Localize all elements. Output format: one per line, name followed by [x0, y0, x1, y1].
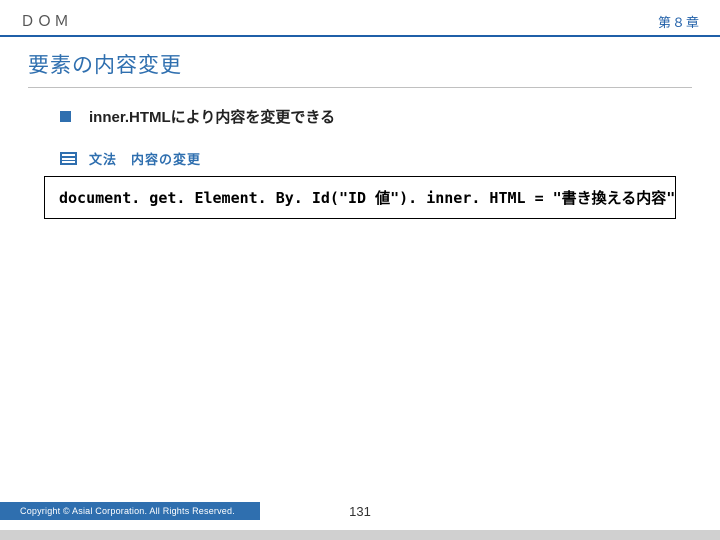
page-number: 131 [349, 504, 371, 519]
section-title-wrap: 要素の内容変更 [0, 37, 720, 96]
bullet-row: inner.HTMLにより内容を変更できる [0, 96, 720, 127]
section-title: 要素の内容変更 [28, 49, 692, 88]
syntax-box-icon [60, 152, 77, 165]
copyright-text: Copyright © Asial Corporation. All Right… [0, 502, 260, 520]
slide: ＤＯＭ 第８章 要素の内容変更 inner.HTMLにより内容を変更できる 文法… [0, 0, 720, 530]
header-topic: ＤＯＭ [20, 10, 71, 31]
header-chapter: 第８章 [658, 12, 700, 31]
code-box-wrap: document. get. Element. By. Id("ID 値"). … [0, 168, 720, 219]
code-example: document. get. Element. By. Id("ID 値"). … [44, 176, 676, 219]
square-bullet-icon [60, 111, 71, 122]
slide-footer: Copyright © Asial Corporation. All Right… [0, 502, 720, 520]
bullet-text: inner.HTMLにより内容を変更できる [89, 106, 335, 127]
slide-header: ＤＯＭ 第８章 [0, 0, 720, 37]
syntax-row: 文法 内容の変更 [0, 127, 720, 168]
bottom-strip [0, 530, 720, 540]
syntax-label: 文法 内容の変更 [89, 149, 201, 168]
